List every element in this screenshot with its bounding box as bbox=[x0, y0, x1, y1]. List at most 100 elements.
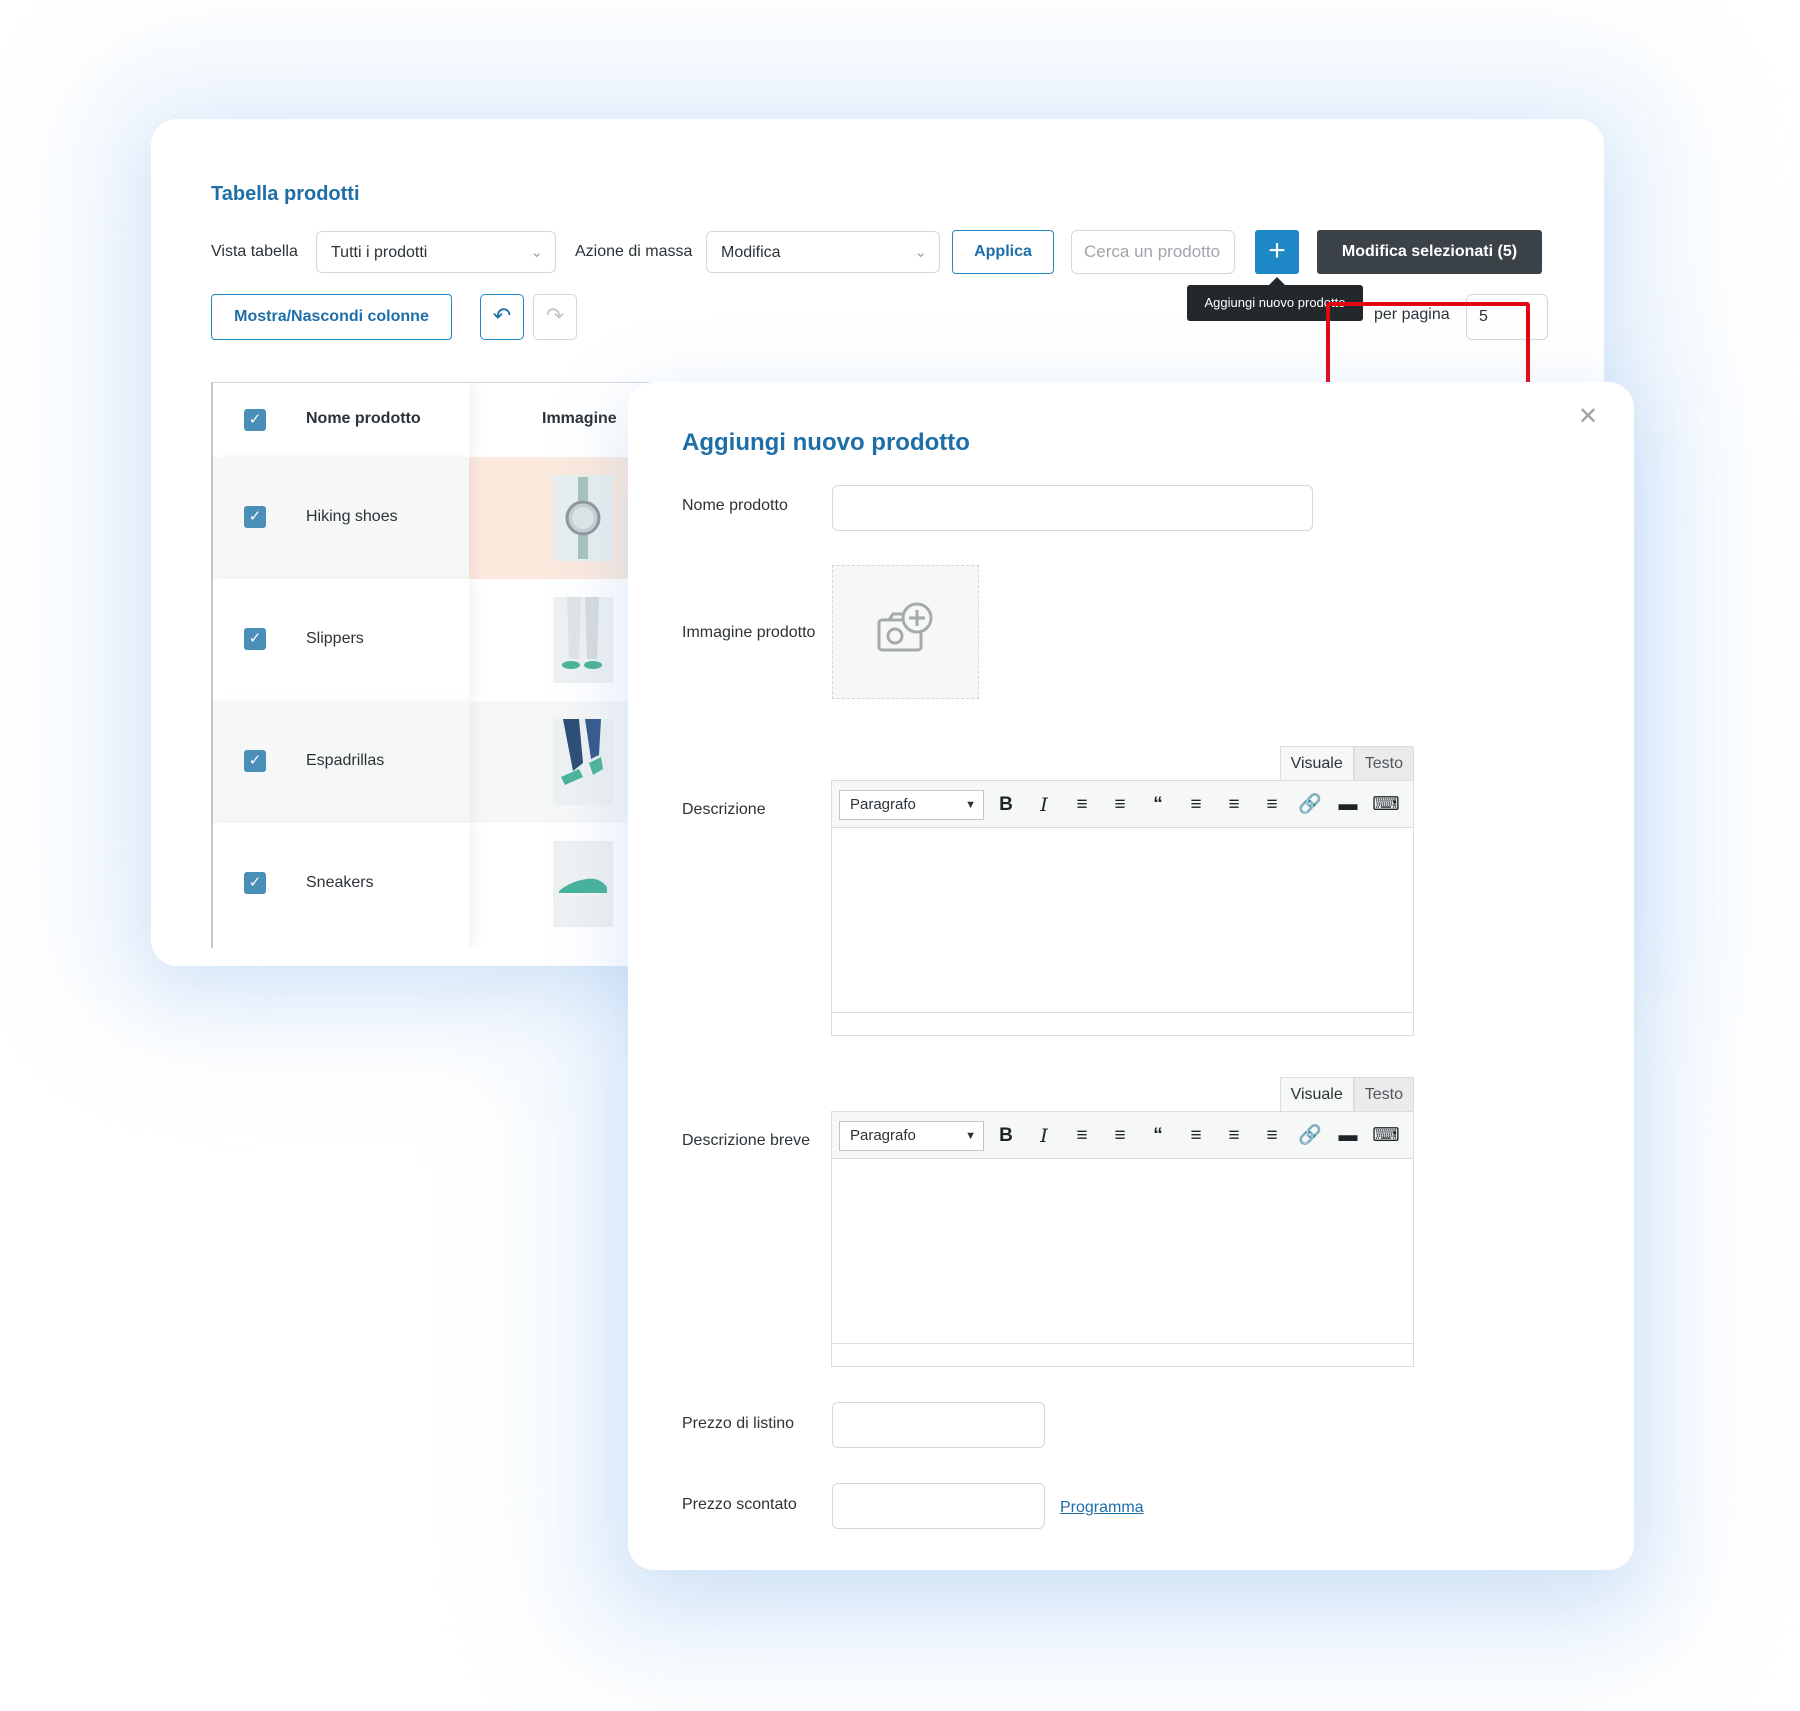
show-hide-columns-button[interactable]: Mostra/Nascondi colonne bbox=[211, 294, 452, 340]
product-name: Espadrillas bbox=[306, 752, 385, 769]
align-center-icon[interactable]: ≡ bbox=[1220, 1122, 1248, 1150]
product-name-label: Nome prodotto bbox=[682, 497, 788, 514]
edit-selected-button[interactable]: Modifica selezionati (5) bbox=[1317, 230, 1542, 274]
numbered-list-icon[interactable]: ≡ bbox=[1106, 791, 1134, 819]
read-more-icon[interactable]: ▬ bbox=[1334, 791, 1362, 819]
row-checkbox[interactable]: ✓ bbox=[244, 750, 266, 772]
bullet-list-icon[interactable]: ≡ bbox=[1068, 791, 1096, 819]
search-input[interactable]: Cerca un prodotto bbox=[1071, 230, 1235, 274]
table-row[interactable]: ✓ Hiking shoes bbox=[213, 457, 683, 579]
format-select-value: Paragrafo bbox=[850, 1127, 916, 1144]
apply-button[interactable]: Applica bbox=[952, 230, 1054, 274]
undo-icon: ↶ bbox=[492, 303, 512, 328]
short-description-label: Descrizione breve bbox=[682, 1132, 811, 1149]
editor-statusbar bbox=[832, 1343, 1413, 1366]
tab-visual[interactable]: Visuale bbox=[1279, 1077, 1354, 1111]
toolbar-toggle-icon[interactable]: ⌨ bbox=[1372, 1122, 1400, 1150]
short-description-editor: Visuale Testo Paragrafo ▼ B I ≡ ≡ “ ≡ ≡ ≡… bbox=[831, 1077, 1414, 1367]
format-select[interactable]: Paragrafo ▼ bbox=[839, 1121, 984, 1151]
panel-title: Tabella prodotti bbox=[211, 183, 360, 205]
description-textarea[interactable] bbox=[831, 828, 1414, 1036]
align-left-icon[interactable]: ≡ bbox=[1182, 1122, 1210, 1150]
redo-button[interactable]: ↷ bbox=[533, 294, 577, 340]
bullet-list-icon[interactable]: ≡ bbox=[1068, 1122, 1096, 1150]
bulk-action-select[interactable]: Modifica ⌄ bbox=[706, 231, 940, 273]
row-checkbox[interactable]: ✓ bbox=[244, 872, 266, 894]
align-center-icon[interactable]: ≡ bbox=[1220, 791, 1248, 819]
product-image-label: Immagine prodotto bbox=[682, 624, 816, 641]
editor-statusbar bbox=[832, 1012, 1413, 1035]
sneakers-thumbnail bbox=[553, 841, 613, 927]
tab-text[interactable]: Testo bbox=[1353, 746, 1414, 780]
watch-thumbnail bbox=[553, 475, 613, 561]
editor-toolbar: Paragrafo ▼ B I ≡ ≡ “ ≡ ≡ ≡ 🔗 ▬ ⌨ bbox=[831, 780, 1414, 828]
italic-icon[interactable]: I bbox=[1030, 1122, 1058, 1150]
undo-button[interactable]: ↶ bbox=[480, 294, 524, 340]
editor-toolbar: Paragrafo ▼ B I ≡ ≡ “ ≡ ≡ ≡ 🔗 ▬ ⌨ bbox=[831, 1111, 1414, 1159]
schedule-link[interactable]: Programma bbox=[1060, 1499, 1144, 1517]
chevron-down-icon: ⌄ bbox=[530, 244, 543, 261]
link-icon[interactable]: 🔗 bbox=[1296, 791, 1324, 819]
format-select-value: Paragrafo bbox=[850, 796, 916, 813]
short-description-textarea[interactable] bbox=[831, 1159, 1414, 1367]
align-right-icon[interactable]: ≡ bbox=[1258, 1122, 1286, 1150]
description-label: Descrizione bbox=[682, 801, 766, 818]
product-name-input[interactable] bbox=[832, 485, 1313, 531]
add-photo-icon bbox=[877, 602, 933, 652]
table-row[interactable]: ✓ Espadrillas bbox=[213, 701, 683, 823]
name-cell: ✓ Slippers bbox=[213, 579, 469, 701]
description-editor: Visuale Testo Paragrafo ▼ B I ≡ ≡ “ ≡ ≡ ≡… bbox=[831, 746, 1414, 1036]
slippers-thumbnail bbox=[553, 597, 613, 683]
add-product-button[interactable]: + bbox=[1255, 230, 1299, 274]
read-more-icon[interactable]: ▬ bbox=[1334, 1122, 1362, 1150]
bold-icon[interactable]: B bbox=[992, 1122, 1020, 1150]
column-header-name: Nome prodotto bbox=[306, 410, 421, 427]
products-table: ✓ Nome prodotto Immagine ✓ Hiking shoes … bbox=[211, 382, 683, 948]
bulk-action-value: Modifica bbox=[721, 244, 781, 261]
product-image-upload[interactable] bbox=[832, 565, 979, 699]
table-row[interactable]: ✓ Slippers bbox=[213, 579, 683, 701]
name-column-header: ✓ Nome prodotto bbox=[213, 383, 469, 457]
name-cell: ✓ Sneakers bbox=[213, 823, 469, 948]
product-name: Sneakers bbox=[306, 874, 374, 891]
product-name: Slippers bbox=[306, 630, 364, 647]
row-checkbox[interactable]: ✓ bbox=[244, 506, 266, 528]
bold-icon[interactable]: B bbox=[992, 791, 1020, 819]
add-product-modal: Aggiungi nuovo prodotto ✕ Nome prodotto … bbox=[628, 382, 1634, 1570]
numbered-list-icon[interactable]: ≡ bbox=[1106, 1122, 1134, 1150]
table-view-label: Vista tabella bbox=[211, 243, 298, 260]
caret-down-icon: ▼ bbox=[965, 799, 976, 811]
list-price-label: Prezzo di listino bbox=[682, 1415, 795, 1432]
blockquote-icon[interactable]: “ bbox=[1144, 791, 1172, 819]
table-view-select[interactable]: Tutti i prodotti ⌄ bbox=[316, 231, 556, 273]
chevron-down-icon: ⌄ bbox=[914, 244, 927, 261]
product-name: Hiking shoes bbox=[306, 508, 398, 525]
close-icon[interactable]: ✕ bbox=[1578, 402, 1598, 431]
editor-tabs: Visuale Testo bbox=[1279, 746, 1414, 780]
italic-icon[interactable]: I bbox=[1030, 791, 1058, 819]
table-row[interactable]: ✓ Sneakers bbox=[213, 823, 683, 948]
name-cell: ✓ Espadrillas bbox=[213, 701, 469, 823]
format-select[interactable]: Paragrafo ▼ bbox=[839, 790, 984, 820]
redo-icon: ↷ bbox=[545, 303, 565, 328]
name-cell: ✓ Hiking shoes bbox=[213, 457, 469, 579]
list-price-input[interactable] bbox=[832, 1402, 1045, 1448]
select-all-checkbox[interactable]: ✓ bbox=[244, 409, 266, 431]
link-icon[interactable]: 🔗 bbox=[1296, 1122, 1324, 1150]
caret-down-icon: ▼ bbox=[965, 1130, 976, 1142]
table-header-row: ✓ Nome prodotto Immagine bbox=[213, 383, 683, 457]
toolbar-toggle-icon[interactable]: ⌨ bbox=[1372, 791, 1400, 819]
row-checkbox[interactable]: ✓ bbox=[244, 628, 266, 650]
align-right-icon[interactable]: ≡ bbox=[1258, 791, 1286, 819]
table-view-value: Tutti i prodotti bbox=[331, 244, 428, 261]
align-left-icon[interactable]: ≡ bbox=[1182, 791, 1210, 819]
tab-text[interactable]: Testo bbox=[1353, 1077, 1414, 1111]
sale-price-label: Prezzo scontato bbox=[682, 1496, 797, 1513]
sale-price-input[interactable] bbox=[832, 1483, 1045, 1529]
blockquote-icon[interactable]: “ bbox=[1144, 1122, 1172, 1150]
espadrillas-thumbnail bbox=[553, 719, 613, 805]
bulk-action-label: Azione di massa bbox=[575, 243, 693, 260]
tab-visual[interactable]: Visuale bbox=[1279, 746, 1354, 780]
column-header-image: Immagine bbox=[542, 410, 617, 427]
modal-title: Aggiungi nuovo prodotto bbox=[682, 429, 970, 456]
